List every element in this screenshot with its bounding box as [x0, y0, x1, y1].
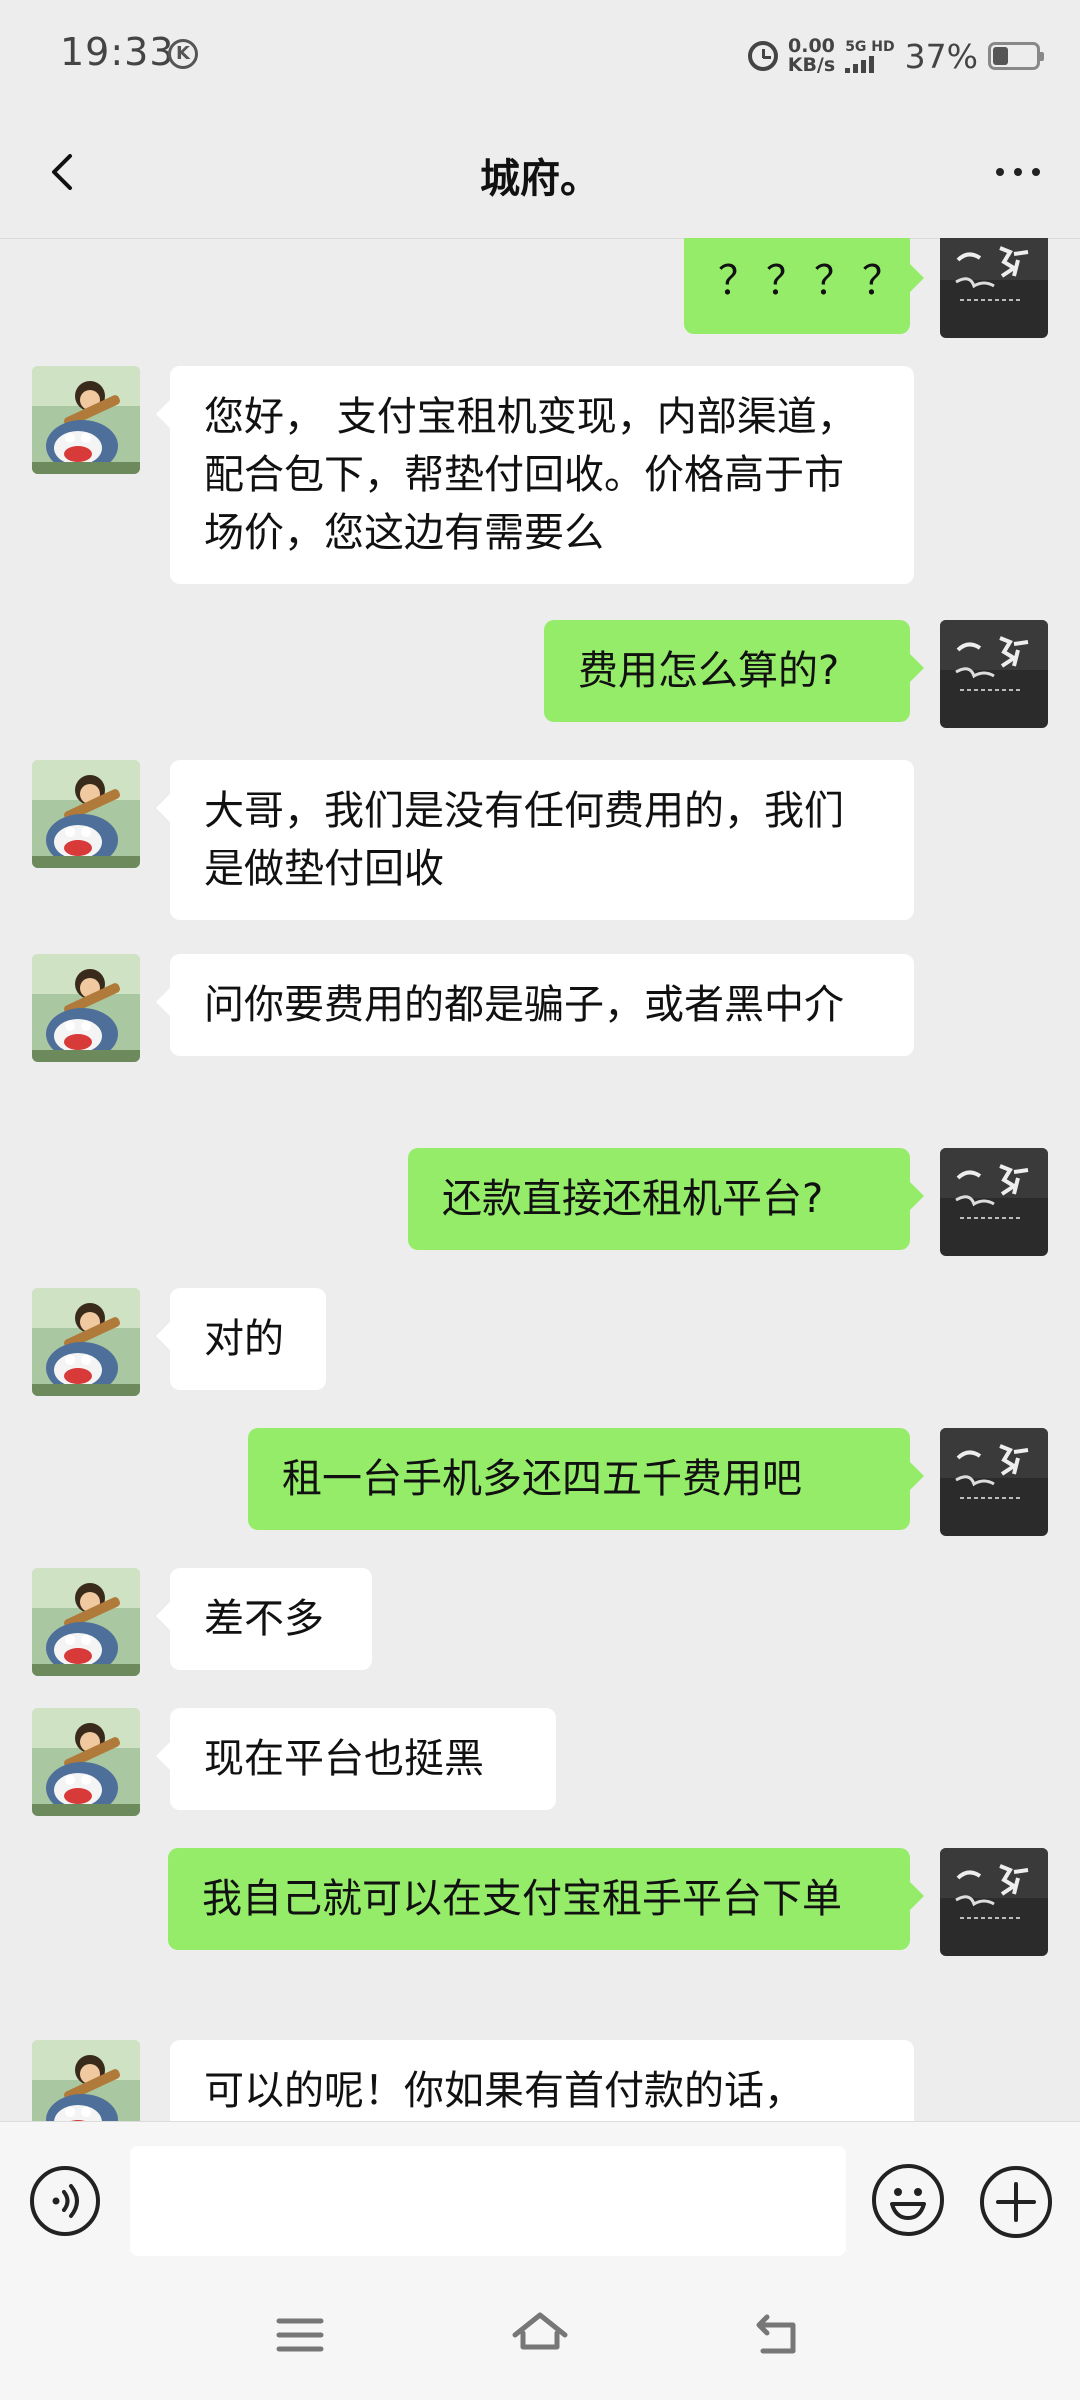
contact-avatar[interactable] [32, 1708, 140, 1816]
contact-avatar[interactable] [32, 1288, 140, 1396]
emoji-icon [890, 2188, 926, 2220]
status-time: 19:33 [60, 30, 175, 74]
outgoing-bubble[interactable]: 租一台手机多还四五千费用吧 [248, 1428, 924, 1530]
contact-avatar[interactable] [32, 2040, 140, 2121]
status-indicators: 0.00 KB/s 5G HD 37% [747, 34, 1044, 78]
my-avatar[interactable] [940, 1148, 1048, 1256]
chat-header: 城府。 [0, 110, 1080, 239]
my-avatar[interactable] [940, 620, 1048, 728]
outgoing-bubble[interactable]: ？？？？ [684, 238, 924, 334]
contact-avatar[interactable] [32, 954, 140, 1062]
k-badge-icon: K [168, 39, 198, 69]
outgoing-bubble[interactable]: 我自己就可以在支付宝租手平台下单 [168, 1848, 924, 1950]
my-avatar[interactable] [940, 238, 1048, 338]
menu-icon[interactable] [265, 2305, 335, 2365]
contact-avatar[interactable] [32, 760, 140, 868]
nav-back-icon[interactable] [745, 2305, 815, 2365]
home-icon[interactable] [505, 2305, 575, 2365]
incoming-bubble[interactable]: 可以的呢！你如果有首付款的话， [170, 2040, 914, 2121]
outgoing-bubble[interactable]: 费用怎么算的? [544, 620, 924, 722]
incoming-bubble[interactable]: 差不多 [156, 1568, 372, 1670]
battery-icon [988, 42, 1044, 70]
plus-button[interactable] [980, 2166, 1052, 2238]
outgoing-bubble[interactable]: 还款直接还租机平台? [408, 1148, 924, 1250]
status-bar: 19:33 K 0.00 KB/s 5G HD 37% [0, 0, 1080, 110]
my-avatar[interactable] [940, 1848, 1048, 1956]
voice-button[interactable] [30, 2166, 100, 2236]
voice-icon [52, 2184, 79, 2218]
input-bar [0, 2121, 1080, 2276]
network-label: 5G HD [845, 39, 895, 55]
battery-percent: 37% [904, 36, 978, 76]
contact-avatar[interactable] [32, 366, 140, 474]
net-speed-unit: KB/s [787, 54, 836, 76]
incoming-bubble[interactable]: 您好， 支付宝租机变现，内部渠道，配合包下，帮垫付回收。价格高于市场价，您这边有… [156, 366, 914, 584]
incoming-bubble[interactable]: 大哥，我们是没有任何费用的，我们是做垫付回收 [156, 760, 914, 920]
incoming-bubble[interactable]: 问你要费用的都是骗子，或者黑中介 [156, 954, 914, 1056]
incoming-bubble[interactable]: 对的 [156, 1288, 326, 1390]
message-list[interactable]: ？？？？ 您好， 支付宝租机变现，内部渠道，配合包下，帮垫付回收。价格高于市场价… [0, 238, 1080, 2121]
contact-avatar[interactable] [32, 1568, 140, 1676]
chat-title: 城府。 [480, 156, 600, 202]
incoming-bubble[interactable]: 现在平台也挺黑 [156, 1708, 556, 1810]
signal-indicator: 5G HD [845, 39, 895, 73]
alarm-icon [747, 41, 778, 71]
signal-bars-icon [845, 55, 875, 73]
plus-icon [996, 2182, 1036, 2222]
system-nav-bar [0, 2275, 1080, 2400]
net-speed: 0.00 KB/s [788, 37, 835, 75]
more-dots-icon[interactable] [996, 168, 1040, 176]
message-input[interactable] [130, 2146, 846, 2256]
emoji-button[interactable] [872, 2164, 944, 2236]
my-avatar[interactable] [940, 1428, 1048, 1536]
